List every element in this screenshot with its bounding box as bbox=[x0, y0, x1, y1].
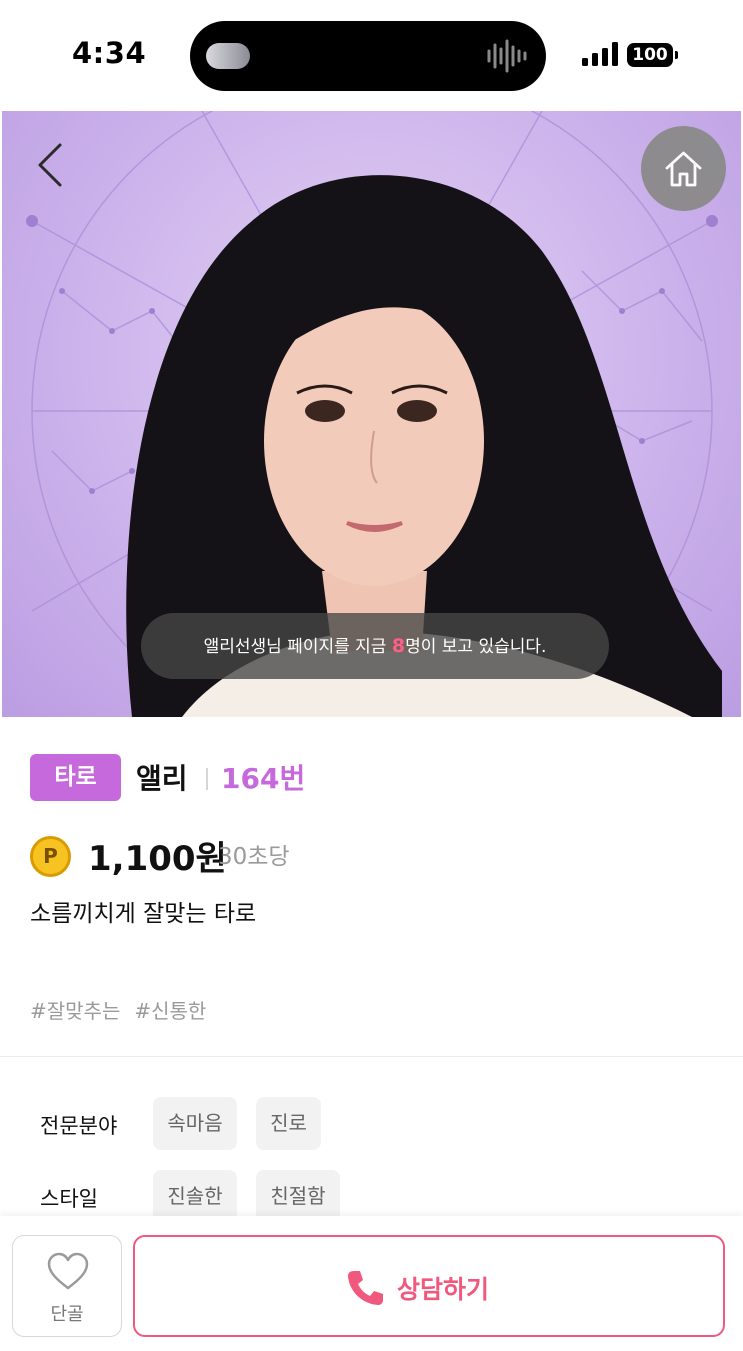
dynamic-island bbox=[190, 21, 546, 91]
favorite-label: 단골 bbox=[50, 1304, 84, 1325]
bottom-action-bar: 단골 상담하기 bbox=[0, 1216, 743, 1351]
heart-icon bbox=[47, 1252, 89, 1290]
price-unit: 30초당 bbox=[218, 844, 290, 870]
battery-indicator: 100 bbox=[627, 43, 678, 67]
category-badge: 타로 bbox=[30, 754, 121, 801]
viewer-count: 8 bbox=[391, 635, 406, 657]
status-bar: 4:34 100 bbox=[0, 0, 743, 110]
name-divider bbox=[206, 768, 208, 790]
specialty-label: 전문분야 bbox=[40, 1114, 118, 1138]
viewer-text-suffix: 명이 보고 있습니다. bbox=[405, 637, 547, 657]
viewer-text-prefix: 앨리선생님 페이지를 지금 bbox=[203, 637, 392, 657]
coin-icon: P bbox=[30, 836, 71, 877]
advisor-tagline: 소름끼치게 잘맞는 타로 bbox=[30, 901, 257, 927]
consult-label: 상담하기 bbox=[397, 1275, 490, 1304]
cellular-signal-icon bbox=[582, 42, 618, 66]
hashtag: #신통한 bbox=[134, 999, 207, 1023]
style-label: 스타일 bbox=[40, 1187, 98, 1211]
price: 1,100원 bbox=[88, 839, 227, 879]
consult-button[interactable]: 상담하기 bbox=[133, 1235, 725, 1337]
back-chevron-icon[interactable] bbox=[32, 141, 72, 189]
coin-symbol: P bbox=[43, 844, 58, 868]
specialty-chip: 속마음 bbox=[153, 1097, 237, 1150]
advisor-name: 앨리 bbox=[136, 762, 188, 795]
status-time: 4:34 bbox=[72, 36, 147, 70]
audio-waveform-icon bbox=[487, 39, 527, 73]
live-viewer-banner: 앨리선생님 페이지를 지금 8명이 보고 있습니다. bbox=[141, 613, 609, 679]
home-button[interactable] bbox=[641, 126, 726, 211]
section-divider bbox=[0, 1056, 743, 1057]
hashtag-list: #잘맞추는 #신통한 bbox=[30, 995, 220, 1024]
profile-hero-image: 앨리선생님 페이지를 지금 8명이 보고 있습니다. bbox=[2, 111, 741, 717]
advisor-number: 164번 bbox=[221, 762, 306, 795]
now-playing-thumbnail bbox=[206, 43, 250, 69]
favorite-button[interactable]: 단골 bbox=[12, 1235, 122, 1337]
home-icon bbox=[665, 151, 702, 187]
specialty-chip: 진로 bbox=[256, 1097, 321, 1150]
hashtag: #잘맞추는 bbox=[30, 999, 121, 1023]
phone-icon bbox=[348, 1271, 383, 1305]
